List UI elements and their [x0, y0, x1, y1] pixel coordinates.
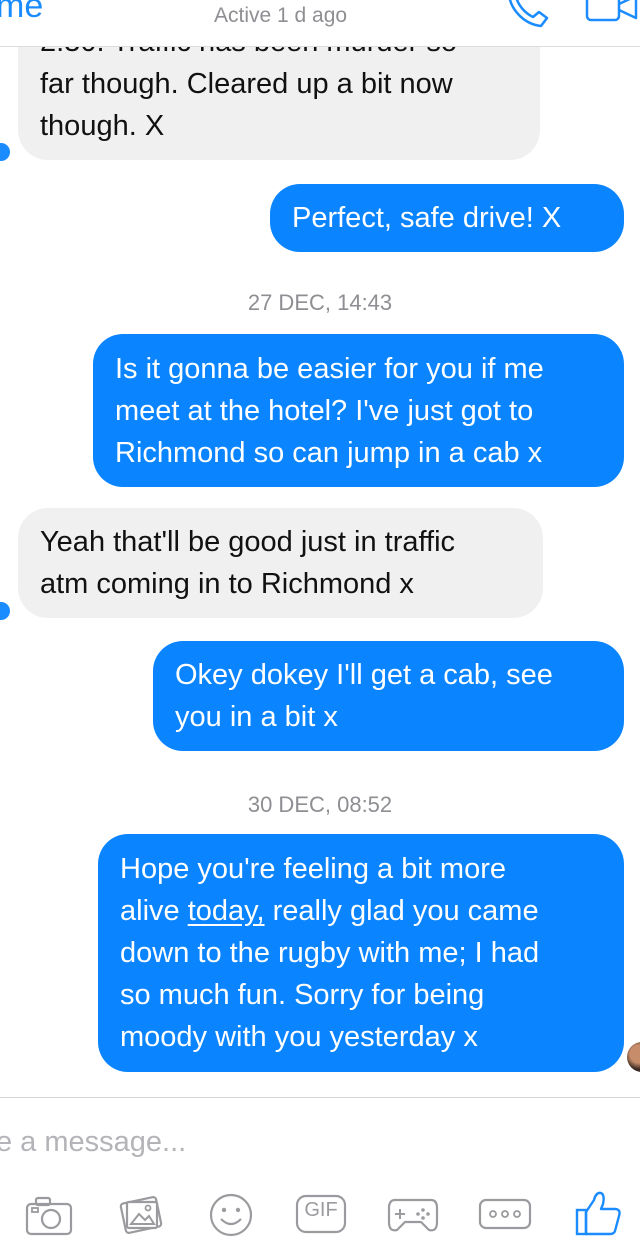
- message-timestamp: 27 DEC, 14:43: [247, 290, 393, 315]
- camera-icon[interactable]: [24, 1192, 74, 1238]
- read-receipt-dot: [0, 143, 10, 161]
- message-text-line: moody with you yesterday x: [120, 1021, 478, 1053]
- message-outgoing[interactable]: Is it gonna be easier for you if me meet…: [93, 334, 624, 487]
- message-text-fragment: alive: [120, 895, 188, 927]
- message-text-fragment: really glad you came: [264, 895, 539, 927]
- message-text-line: down to the rugby with me; I had: [120, 937, 540, 969]
- message-text-line: so much fun. Sorry for being: [120, 979, 485, 1011]
- message-input[interactable]: e a message...: [0, 1126, 186, 1159]
- message-underlined-word: today,: [187, 895, 265, 927]
- message-text-line: Is it gonna be easier for you if me: [115, 353, 544, 385]
- gallery-icon[interactable]: [117, 1192, 167, 1238]
- message-outgoing[interactable]: Perfect, safe drive! X: [270, 184, 624, 252]
- conversation-header: me Active 1 d ago: [0, 0, 640, 47]
- message-text-line: Hope you're feeling a bit more: [120, 848, 602, 890]
- more-icon[interactable]: [478, 1192, 532, 1238]
- message-text-line: though. X: [40, 110, 165, 142]
- read-receipt-dot: [0, 602, 10, 620]
- video-camera-icon[interactable]: [584, 0, 640, 24]
- games-icon[interactable]: [385, 1192, 441, 1238]
- message-text-line: Yeah that'll be good just in traffic: [40, 526, 456, 558]
- message-text-line: atm coming in to Richmond x: [40, 568, 414, 600]
- message-outgoing[interactable]: Hope you're feeling a bit more alive tod…: [98, 834, 624, 1072]
- message-timestamp: 30 DEC, 08:52: [247, 792, 393, 817]
- phone-icon[interactable]: [505, 0, 551, 30]
- message-incoming[interactable]: Yeah that'll be good just in traffic atm…: [18, 508, 543, 618]
- message-text-line: far though. Cleared up a bit now: [40, 68, 453, 100]
- message-text: far though. Cleared up a bit now though.…: [40, 63, 453, 147]
- gif-icon[interactable]: GIF: [295, 1192, 347, 1238]
- message-text-line: you in a bit x: [175, 701, 338, 733]
- message-outgoing[interactable]: Okey dokey I'll get a cab, see you in a …: [153, 641, 624, 751]
- gif-label: GIF: [304, 1199, 338, 1221]
- message-text-line: meet at the hotel? I've just got to: [115, 395, 534, 427]
- active-status: Active 1 d ago: [214, 4, 348, 27]
- message-text-line: Hope you're feeling a bit more: [120, 853, 506, 885]
- back-button[interactable]: me: [0, 0, 43, 26]
- emoji-icon[interactable]: [206, 1192, 256, 1238]
- message-text-line: Richmond so can jump in a cab x: [115, 437, 543, 469]
- avatar: [627, 1042, 640, 1072]
- message-text-line: alive today, really glad you came: [120, 890, 602, 932]
- message-text-line: Perfect, safe drive! X: [292, 202, 562, 234]
- composer-divider: [0, 1097, 640, 1098]
- like-icon[interactable]: [574, 1188, 624, 1236]
- message-text-line: Okey dokey I'll get a cab, see: [175, 659, 553, 691]
